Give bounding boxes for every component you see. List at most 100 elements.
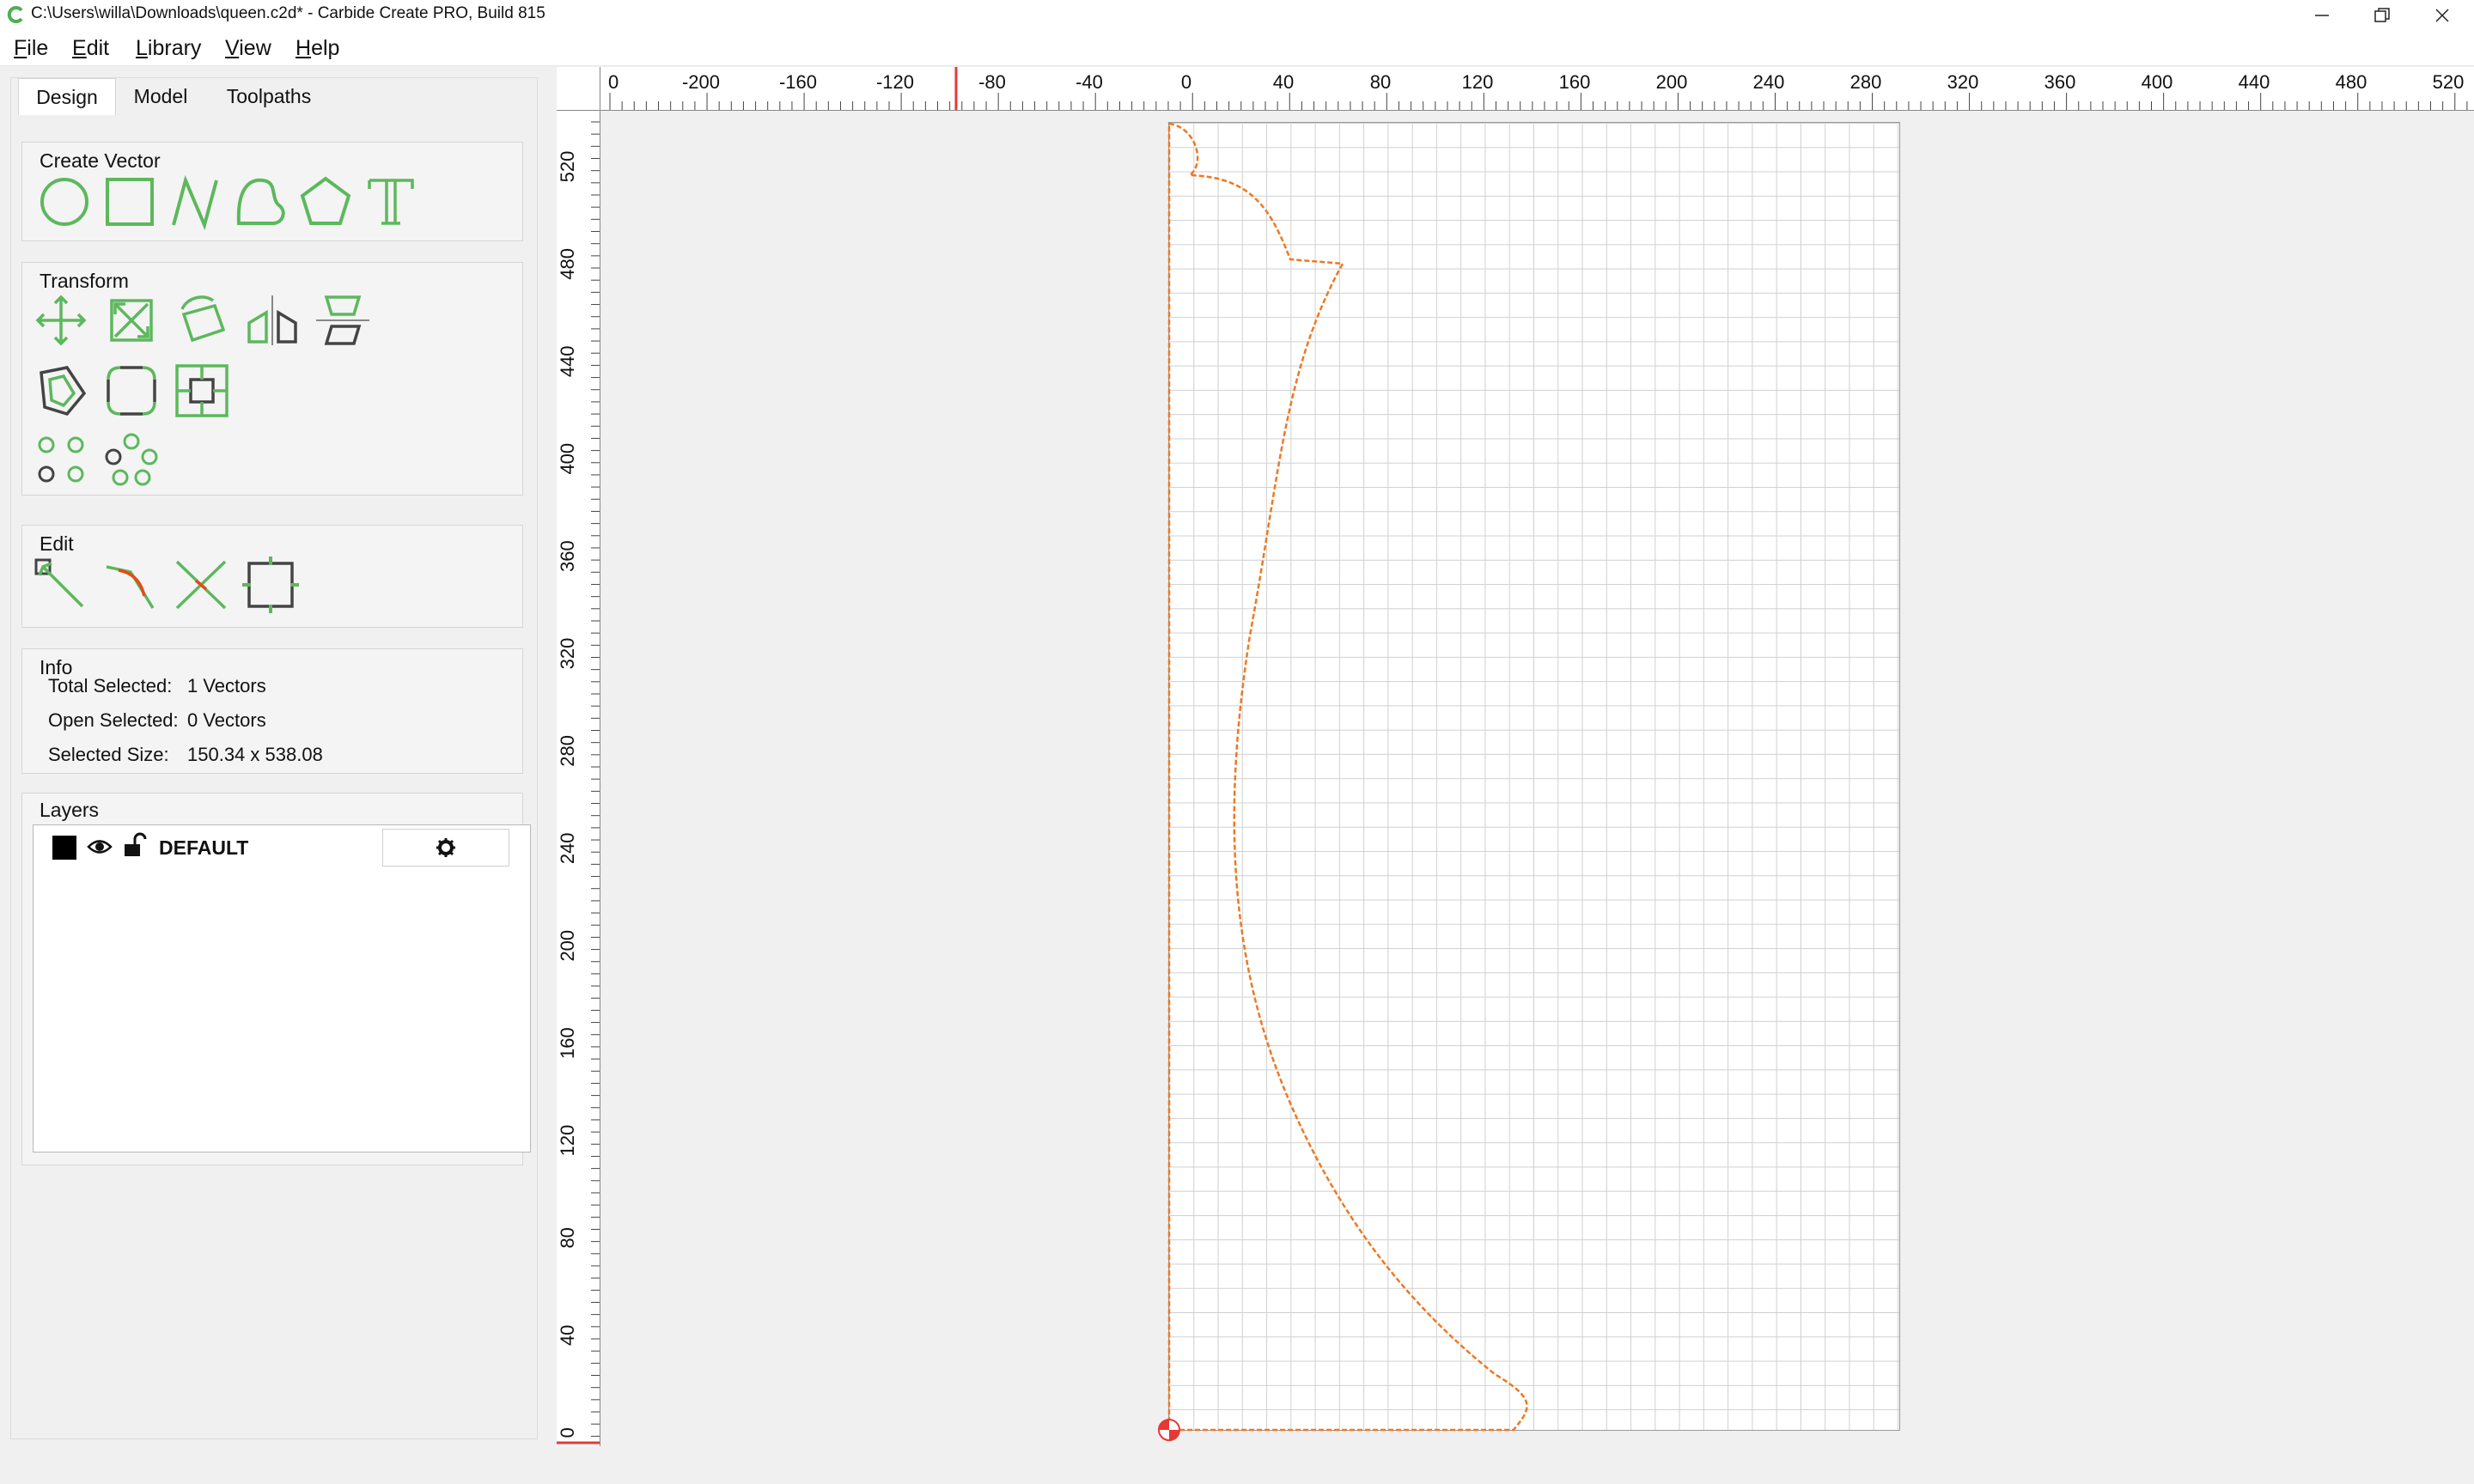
menu-help[interactable]: Help [296,36,339,61]
circular-array-tool[interactable] [101,429,161,490]
text-tool[interactable] [361,172,421,232]
scale-tool[interactable] [101,290,161,350]
layer-settings-button[interactable] [382,829,509,867]
ruler-label: 40 [1273,71,1294,93]
menu-file[interactable]: File [14,36,48,61]
close-icon [2435,9,2449,22]
window-title: C:\Users\willa\Downloads\queen.c2d* - Ca… [31,4,545,22]
rectangle-icon [106,178,154,226]
app-logo-icon [7,6,23,23]
restore-button[interactable] [2352,0,2412,31]
bounding-box-icon [242,556,299,613]
ruler-label: -120 [876,71,914,93]
ruler-label: 200 [557,930,578,962]
layers-title: Layers [40,799,100,821]
layers-list: DEFAULT [33,824,531,1153]
polyline-icon [172,174,218,231]
ruler-label: 200 [1656,71,1688,93]
array-tool[interactable] [31,429,91,490]
align-icon [316,295,369,345]
polygon-icon [300,176,351,225]
smooth-icon [106,565,155,609]
ruler-label: 0 [557,1427,578,1438]
total-selected-value: 1 Vectors [187,675,266,696]
total-selected-label: Total Selected: [48,675,173,696]
close-button[interactable] [2412,0,2472,31]
ruler-label: 480 [2336,71,2367,93]
menu-bar: File Edit Library View Help [0,31,2474,66]
offset-tool[interactable] [31,361,91,421]
ruler-label: 320 [557,638,578,670]
info-group: Info Total Selected: 1 Vectors Open Sele… [21,648,523,774]
layer-color-swatch[interactable] [52,836,76,860]
boolean-icon [175,364,229,417]
smooth-tool[interactable] [101,555,161,615]
polyline-tool[interactable] [165,172,225,232]
fillet-tool[interactable] [101,361,161,421]
vertical-ruler-ticks: 52048044040036032028024020016012080400 [557,121,600,1444]
ruler-label: 80 [557,1227,578,1248]
workpiece-stock[interactable] [1168,122,1900,1431]
ruler-label: 480 [557,248,578,280]
tab-design[interactable]: Design [18,78,116,115]
ruler-corner [557,67,600,111]
layers-group: Layers DEFAULT [21,793,531,1165]
trim-tool[interactable] [172,555,232,615]
minimize-button[interactable] [2292,0,2352,31]
restore-icon [2374,8,2390,22]
ruler-label: 0 [608,71,618,93]
circle-tool[interactable] [34,172,94,232]
create-vector-group: Create Vector [21,142,523,241]
circular-array-icon [105,433,158,486]
layer-row[interactable]: DEFAULT [34,825,530,870]
ruler-label: 80 [1370,71,1391,93]
ruler-label: 240 [557,832,578,864]
selected-size-label: Selected Size: [48,744,169,765]
gear-icon [436,838,455,857]
ruler-label: 440 [2239,71,2270,93]
polygon-tool[interactable] [296,172,356,232]
tab-toolpaths[interactable]: Toolpaths [209,78,329,114]
open-selected-value: 0 Vectors [187,709,266,731]
tab-model[interactable]: Model [118,78,204,114]
align-tool[interactable] [313,290,373,350]
design-panel: Design Model Toolpaths Create Vector Tra… [10,77,538,1439]
fillet-icon [107,366,156,416]
boolean-tool[interactable] [172,361,232,421]
rectangle-tool[interactable] [100,172,160,232]
curve-tool[interactable] [230,172,290,232]
open-selected-label: Open Selected: [48,709,179,731]
ruler-label: 400 [2142,71,2173,93]
menu-edit[interactable]: Edit [72,36,109,61]
horizontal-ruler: 0 -200 -160 -120 -80 -40 0 40 80 120 160 200 240 280 3… [557,67,2474,111]
mirror-tool[interactable] [242,290,302,350]
move-tool[interactable] [31,290,91,350]
menu-library[interactable]: Library [136,36,201,61]
horizontal-ruler-ticks: 0 -200 -160 -120 -80 -40 0 40 80 120 160 200 240 280 3… [608,67,2468,110]
unlock-icon[interactable] [123,832,147,858]
ruler-label: 120 [1462,71,1494,93]
transform-title: Transform [40,270,129,292]
menu-view[interactable]: View [225,36,271,61]
ruler-label: -200 [682,71,720,93]
ruler-label: 320 [1947,71,1979,93]
ruler-label: 120 [557,1125,578,1157]
ruler-label: 160 [1559,71,1591,93]
trim-icon [175,560,227,610]
ruler-label: 160 [557,1027,578,1059]
node-edit-icon [34,558,84,608]
bounding-box-tool[interactable] [241,555,301,615]
rotate-icon [180,295,226,343]
title-bar: C:\Users\willa\Downloads\queen.c2d* - Ca… [0,0,2474,31]
ruler-label: 240 [1753,71,1785,93]
ruler-label: 520 [2433,71,2465,93]
layer-name: DEFAULT [159,836,249,859]
selected-size-value: 150.34 x 538.08 [187,744,323,765]
node-edit-tool[interactable] [31,555,91,615]
ruler-label: -40 [1076,71,1103,93]
curve-icon [236,178,285,225]
selected-size-row: Selected Size: 150.34 x 538.08 [48,744,323,766]
eye-icon[interactable] [87,836,113,858]
scale-icon [110,299,153,342]
rotate-tool[interactable] [172,290,232,350]
